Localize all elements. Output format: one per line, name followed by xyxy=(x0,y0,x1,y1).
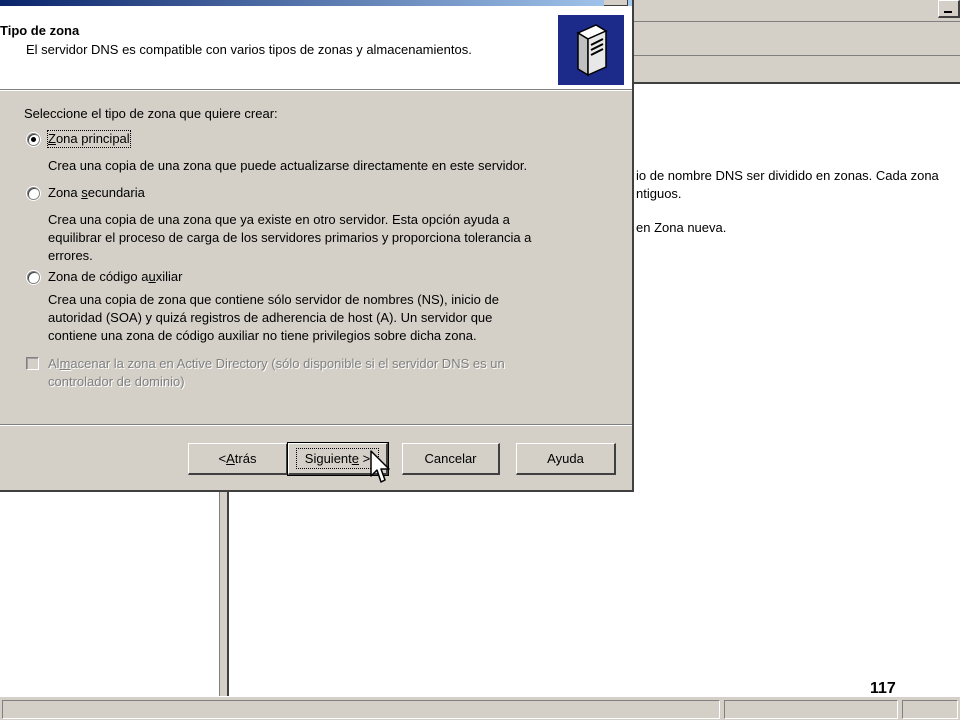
stub-zone-description-line-3: contiene una zona de código auxiliar no … xyxy=(48,328,477,343)
console-info-line-1: io de nombre DNS ser dividido en zonas. … xyxy=(636,168,939,183)
status-cell-main xyxy=(2,700,720,719)
console-menu-bar xyxy=(632,22,960,56)
console-status-bar xyxy=(0,696,960,720)
store-in-ad-label-line-1: Almacenar la zona en Active Directory (s… xyxy=(48,356,505,371)
next-button-label: Siguiente > xyxy=(295,448,380,469)
store-in-ad-label-line-2: controlador de dominio) xyxy=(48,374,185,389)
stub-zone-description-line-1: Crea una copia de zona que contiene sólo… xyxy=(48,292,499,307)
back-button[interactable]: < Atrás xyxy=(188,443,288,475)
radio-secondary-zone[interactable] xyxy=(27,187,40,200)
wizard-page-subtitle: El servidor DNS es compatible con varios… xyxy=(26,42,472,57)
wizard-page-title: Tipo de zona xyxy=(0,23,80,38)
secondary-zone-description-line-1: Crea una copia de una zona que ya existe… xyxy=(48,212,510,227)
console-minimize-button[interactable] xyxy=(938,0,960,18)
primary-zone-description: Crea una copia de una zona que puede act… xyxy=(48,158,528,173)
console-info-line-2: ntiguos. xyxy=(636,186,682,201)
zone-type-prompt: Seleccione el tipo de zona que quiere cr… xyxy=(24,106,278,121)
radio-primary-zone[interactable] xyxy=(27,133,40,146)
stub-zone-description-line-2: autoridad (SOA) y quizá registros de adh… xyxy=(48,310,493,325)
footer-separator xyxy=(0,424,632,426)
new-zone-wizard-dialog: Tipo de zona El servidor DNS es compatib… xyxy=(0,0,634,492)
mouse-pointer-icon xyxy=(370,450,390,483)
radio-primary-zone-label[interactable]: Zona principal xyxy=(47,130,131,148)
console-title-strip xyxy=(632,0,960,22)
console-info-line-3: en Zona nueva. xyxy=(636,220,727,235)
status-cell-2 xyxy=(724,700,898,719)
status-cell-3 xyxy=(902,700,958,719)
secondary-zone-description-line-2: equilibrar el proceso de carga de los se… xyxy=(48,230,532,245)
radio-secondary-zone-label[interactable]: Zona secundaria xyxy=(48,185,145,201)
console-toolbar xyxy=(632,56,960,84)
radio-stub-zone-label[interactable]: Zona de código auxiliar xyxy=(48,269,182,285)
secondary-zone-description-line-3: errores. xyxy=(48,248,93,263)
radio-stub-zone[interactable] xyxy=(27,271,40,284)
console-pane-splitter[interactable] xyxy=(219,490,229,696)
page-number: 117 xyxy=(870,680,896,697)
dns-server-icon xyxy=(558,15,624,85)
wizard-header: Tipo de zona El servidor DNS es compatib… xyxy=(0,6,632,91)
cancel-button[interactable]: Cancelar xyxy=(402,443,500,475)
store-in-ad-checkbox[interactable] xyxy=(26,357,39,370)
help-button[interactable]: Ayuda xyxy=(516,443,616,475)
